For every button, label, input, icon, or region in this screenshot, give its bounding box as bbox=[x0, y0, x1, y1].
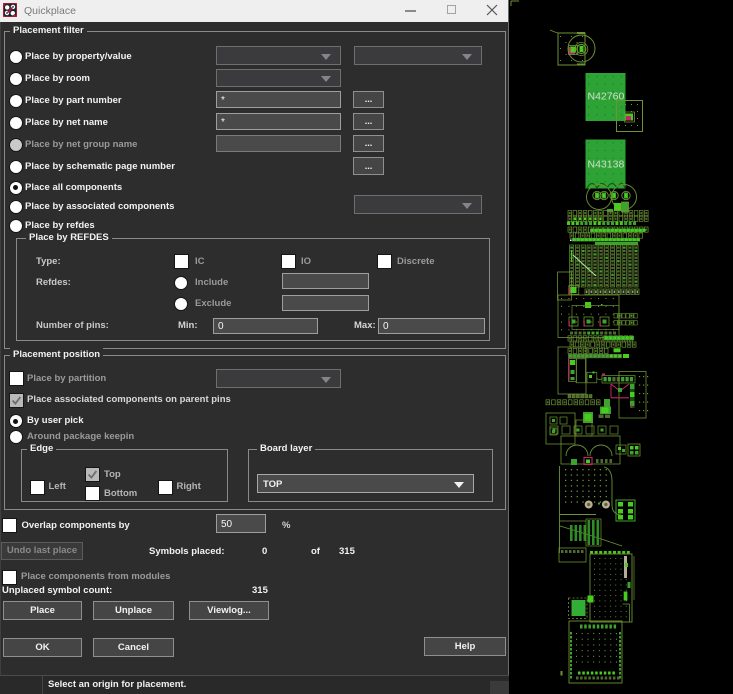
svg-text:N43138: N43138 bbox=[588, 159, 625, 171]
